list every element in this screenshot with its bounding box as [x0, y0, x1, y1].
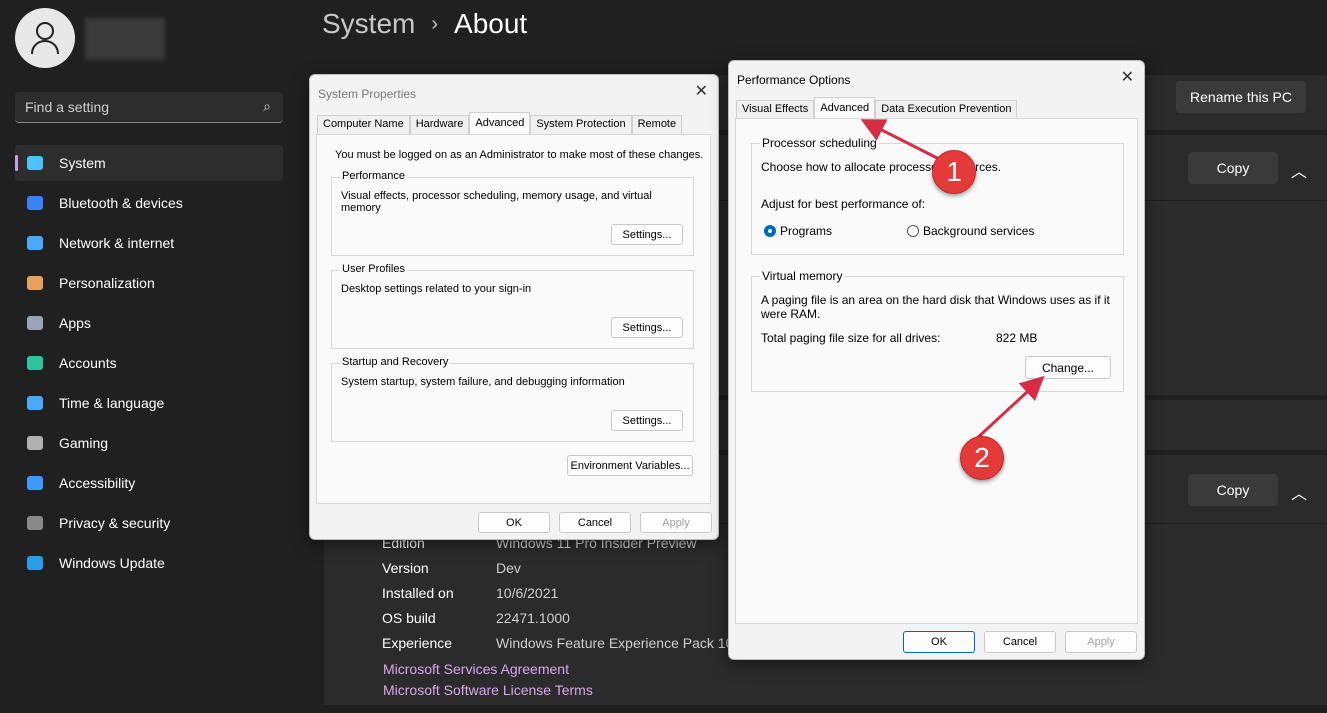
annotation-arrows	[860, 119, 1045, 442]
step-badge-1: 1	[932, 150, 976, 194]
arrow-1	[860, 119, 946, 164]
arrow-2	[973, 375, 1045, 442]
step-badge-2: 2	[960, 436, 1004, 480]
